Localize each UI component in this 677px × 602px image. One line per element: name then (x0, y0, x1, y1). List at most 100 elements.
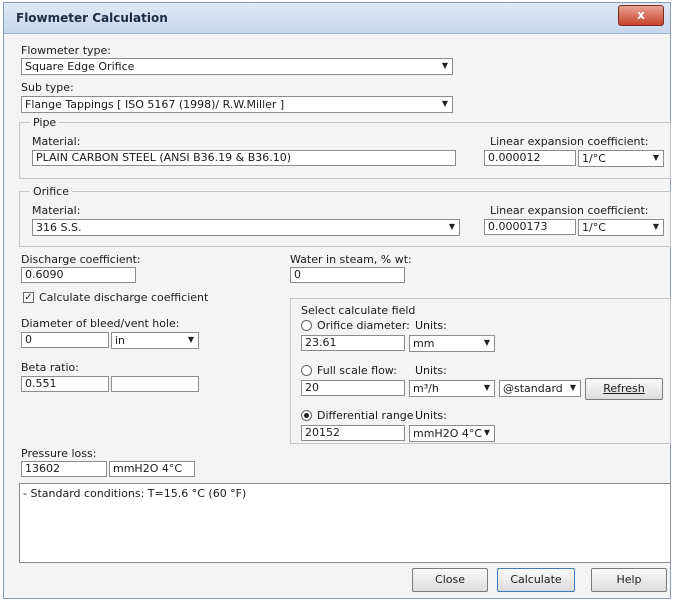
orifice-linear-expansion-value: 0.0000173 (488, 220, 548, 233)
sub-type-value: Flange Tappings [ ISO 5167 (1998)/ R.W.M… (25, 98, 285, 111)
pipe-material-field[interactable]: PLAIN CARBON STEEL (ANSI B36.19 & B36.10… (32, 150, 456, 166)
bleed-hole-value: 0 (25, 333, 32, 346)
orifice-group-title: Orifice (30, 185, 72, 198)
chevron-down-icon: ▼ (652, 153, 660, 162)
flowmeter-type-value: Square Edge Orifice (25, 60, 135, 73)
orifice-expansion-unit-select[interactable]: 1/°C ▼ (578, 219, 664, 236)
title-bar[interactable]: Flowmeter Calculation x (4, 3, 670, 34)
full-scale-flow-unit-select[interactable]: m³/h ▼ (409, 380, 495, 397)
discharge-coefficient-label: Discharge coefficient: (21, 253, 141, 266)
help-button-label: Help (616, 573, 642, 586)
chevron-down-icon: ▼ (569, 383, 577, 392)
select-calculate-field-title: Select calculate field (301, 304, 416, 317)
chevron-down-icon: ▼ (483, 383, 491, 392)
pressure-loss-field[interactable]: 13602 (21, 461, 107, 477)
water-in-steam-label: Water in steam, % wt: (290, 253, 412, 266)
water-in-steam-field[interactable]: 0 (290, 267, 405, 283)
flowmeter-type-select[interactable]: Square Edge Orifice ▼ (21, 58, 453, 75)
differential-range-field[interactable]: 20152 (301, 425, 405, 441)
orifice-material-select[interactable]: 316 S.S. ▼ (32, 219, 460, 236)
orifice-expansion-unit-value: 1/°C (582, 221, 606, 234)
pressure-loss-value: 13602 (25, 462, 60, 475)
flowmeter-type-label: Flowmeter type: (21, 44, 111, 57)
bleed-hole-unit-select[interactable]: in ▼ (111, 332, 199, 349)
window-close-button[interactable]: x (618, 5, 664, 26)
flowmeter-calculation-window: Flowmeter Calculation x Flowmeter type: … (3, 2, 671, 599)
chevron-down-icon: ▼ (483, 428, 491, 437)
sub-type-label: Sub type: (21, 81, 74, 94)
close-button[interactable]: Close (412, 568, 488, 592)
differential-range-unit-select[interactable]: mmH2O 4°C ▼ (409, 425, 495, 442)
pipe-material-label: Material: (32, 135, 81, 148)
differential-range-unit-value: mmH2O 4°C (413, 427, 483, 440)
orifice-diameter-label: Orifice diameter: (317, 319, 410, 332)
full-scale-flow-field[interactable]: 20 (301, 380, 405, 396)
calculate-discharge-checkbox[interactable]: ✓ (23, 292, 34, 303)
differential-range-radio[interactable] (301, 410, 312, 421)
refresh-button[interactable]: Refresh (585, 378, 663, 400)
dialog-body: Flowmeter type: Square Edge Orifice ▼ Su… (4, 34, 671, 598)
orifice-diameter-radio[interactable] (301, 320, 312, 331)
checkmark-icon: ✓ (24, 292, 33, 303)
chevron-down-icon: ▼ (483, 338, 491, 347)
calculate-button-label: Calculate (510, 573, 562, 586)
select-calculate-field-group: Select calculate field Orifice diameter:… (290, 298, 671, 444)
pressure-loss-unit-field: mmH2O 4°C (109, 461, 195, 477)
pipe-group-title: Pipe (30, 116, 60, 129)
flow-condition-value: @standard (503, 382, 563, 395)
pipe-material-value: PLAIN CARBON STEEL (ANSI B36.19 & B36.10… (36, 151, 292, 164)
pipe-linear-expansion-label: Linear expansion coefficient: (490, 135, 649, 148)
pressure-loss-label: Pressure loss: (21, 447, 97, 460)
beta-ratio-secondary-field[interactable] (111, 376, 199, 392)
differential-range-units-label: Units: (415, 409, 447, 422)
water-in-steam-value: 0 (294, 268, 301, 281)
differential-range-label: Differential range (317, 409, 414, 422)
standard-conditions-text: - Standard conditions: T=15.6 °C (60 °F) (23, 487, 247, 500)
full-scale-flow-label: Full scale flow: (317, 364, 397, 377)
chevron-down-icon: ▼ (187, 335, 195, 344)
calculate-discharge-label: Calculate discharge coefficient (39, 291, 209, 304)
window-title: Flowmeter Calculation (16, 11, 168, 25)
chevron-down-icon: ▼ (652, 222, 660, 231)
beta-ratio-label: Beta ratio: (21, 361, 79, 374)
refresh-button-label: Refresh (603, 382, 645, 395)
differential-range-value: 20152 (305, 426, 340, 439)
full-scale-flow-value: 20 (305, 381, 319, 394)
beta-ratio-field[interactable]: 0.551 (21, 376, 109, 392)
full-scale-flow-units-label: Units: (415, 364, 447, 377)
orifice-diameter-field[interactable]: 23.61 (301, 335, 405, 351)
beta-ratio-value: 0.551 (25, 377, 57, 390)
orifice-material-label: Material: (32, 204, 81, 217)
chevron-down-icon: ▼ (441, 99, 449, 108)
pipe-linear-expansion-value: 0.000012 (488, 151, 541, 164)
orifice-diameter-units-label: Units: (415, 319, 447, 332)
close-icon: x (637, 8, 645, 22)
pipe-expansion-unit-select[interactable]: 1/°C ▼ (578, 150, 664, 167)
bleed-hole-label: Diameter of bleed/vent hole: (21, 317, 180, 330)
orifice-diameter-unit-select[interactable]: mm ▼ (409, 335, 495, 352)
full-scale-flow-unit-value: m³/h (413, 382, 439, 395)
discharge-coefficient-value: 0.6090 (25, 268, 64, 281)
pipe-group: Pipe Material: PLAIN CARBON STEEL (ANSI … (19, 116, 671, 179)
bleed-hole-unit-value: in (115, 334, 126, 347)
discharge-coefficient-field[interactable]: 0.6090 (21, 267, 136, 283)
chevron-down-icon: ▼ (448, 222, 456, 231)
sub-type-select[interactable]: Flange Tappings [ ISO 5167 (1998)/ R.W.M… (21, 96, 453, 113)
orifice-material-value: 316 S.S. (36, 221, 82, 234)
full-scale-flow-radio[interactable] (301, 365, 312, 376)
bleed-hole-field[interactable]: 0 (21, 332, 109, 348)
notes-memo[interactable]: - Standard conditions: T=15.6 °C (60 °F) (19, 483, 671, 563)
orifice-linear-expansion-field[interactable]: 0.0000173 (484, 219, 576, 235)
orifice-diameter-value: 23.61 (305, 336, 337, 349)
orifice-linear-expansion-label: Linear expansion coefficient: (490, 204, 649, 217)
orifice-diameter-unit-value: mm (413, 337, 435, 350)
help-button[interactable]: Help (591, 568, 667, 592)
calculate-button[interactable]: Calculate (497, 568, 575, 592)
pipe-linear-expansion-field[interactable]: 0.000012 (484, 150, 576, 166)
pressure-loss-unit-value: mmH2O 4°C (113, 462, 183, 475)
pipe-expansion-unit-value: 1/°C (582, 152, 606, 165)
orifice-group: Orifice Material: 316 S.S. ▼ Linear expa… (19, 185, 671, 247)
close-button-label: Close (435, 573, 465, 586)
flow-condition-select[interactable]: @standard ▼ (499, 380, 581, 397)
chevron-down-icon: ▼ (441, 61, 449, 70)
